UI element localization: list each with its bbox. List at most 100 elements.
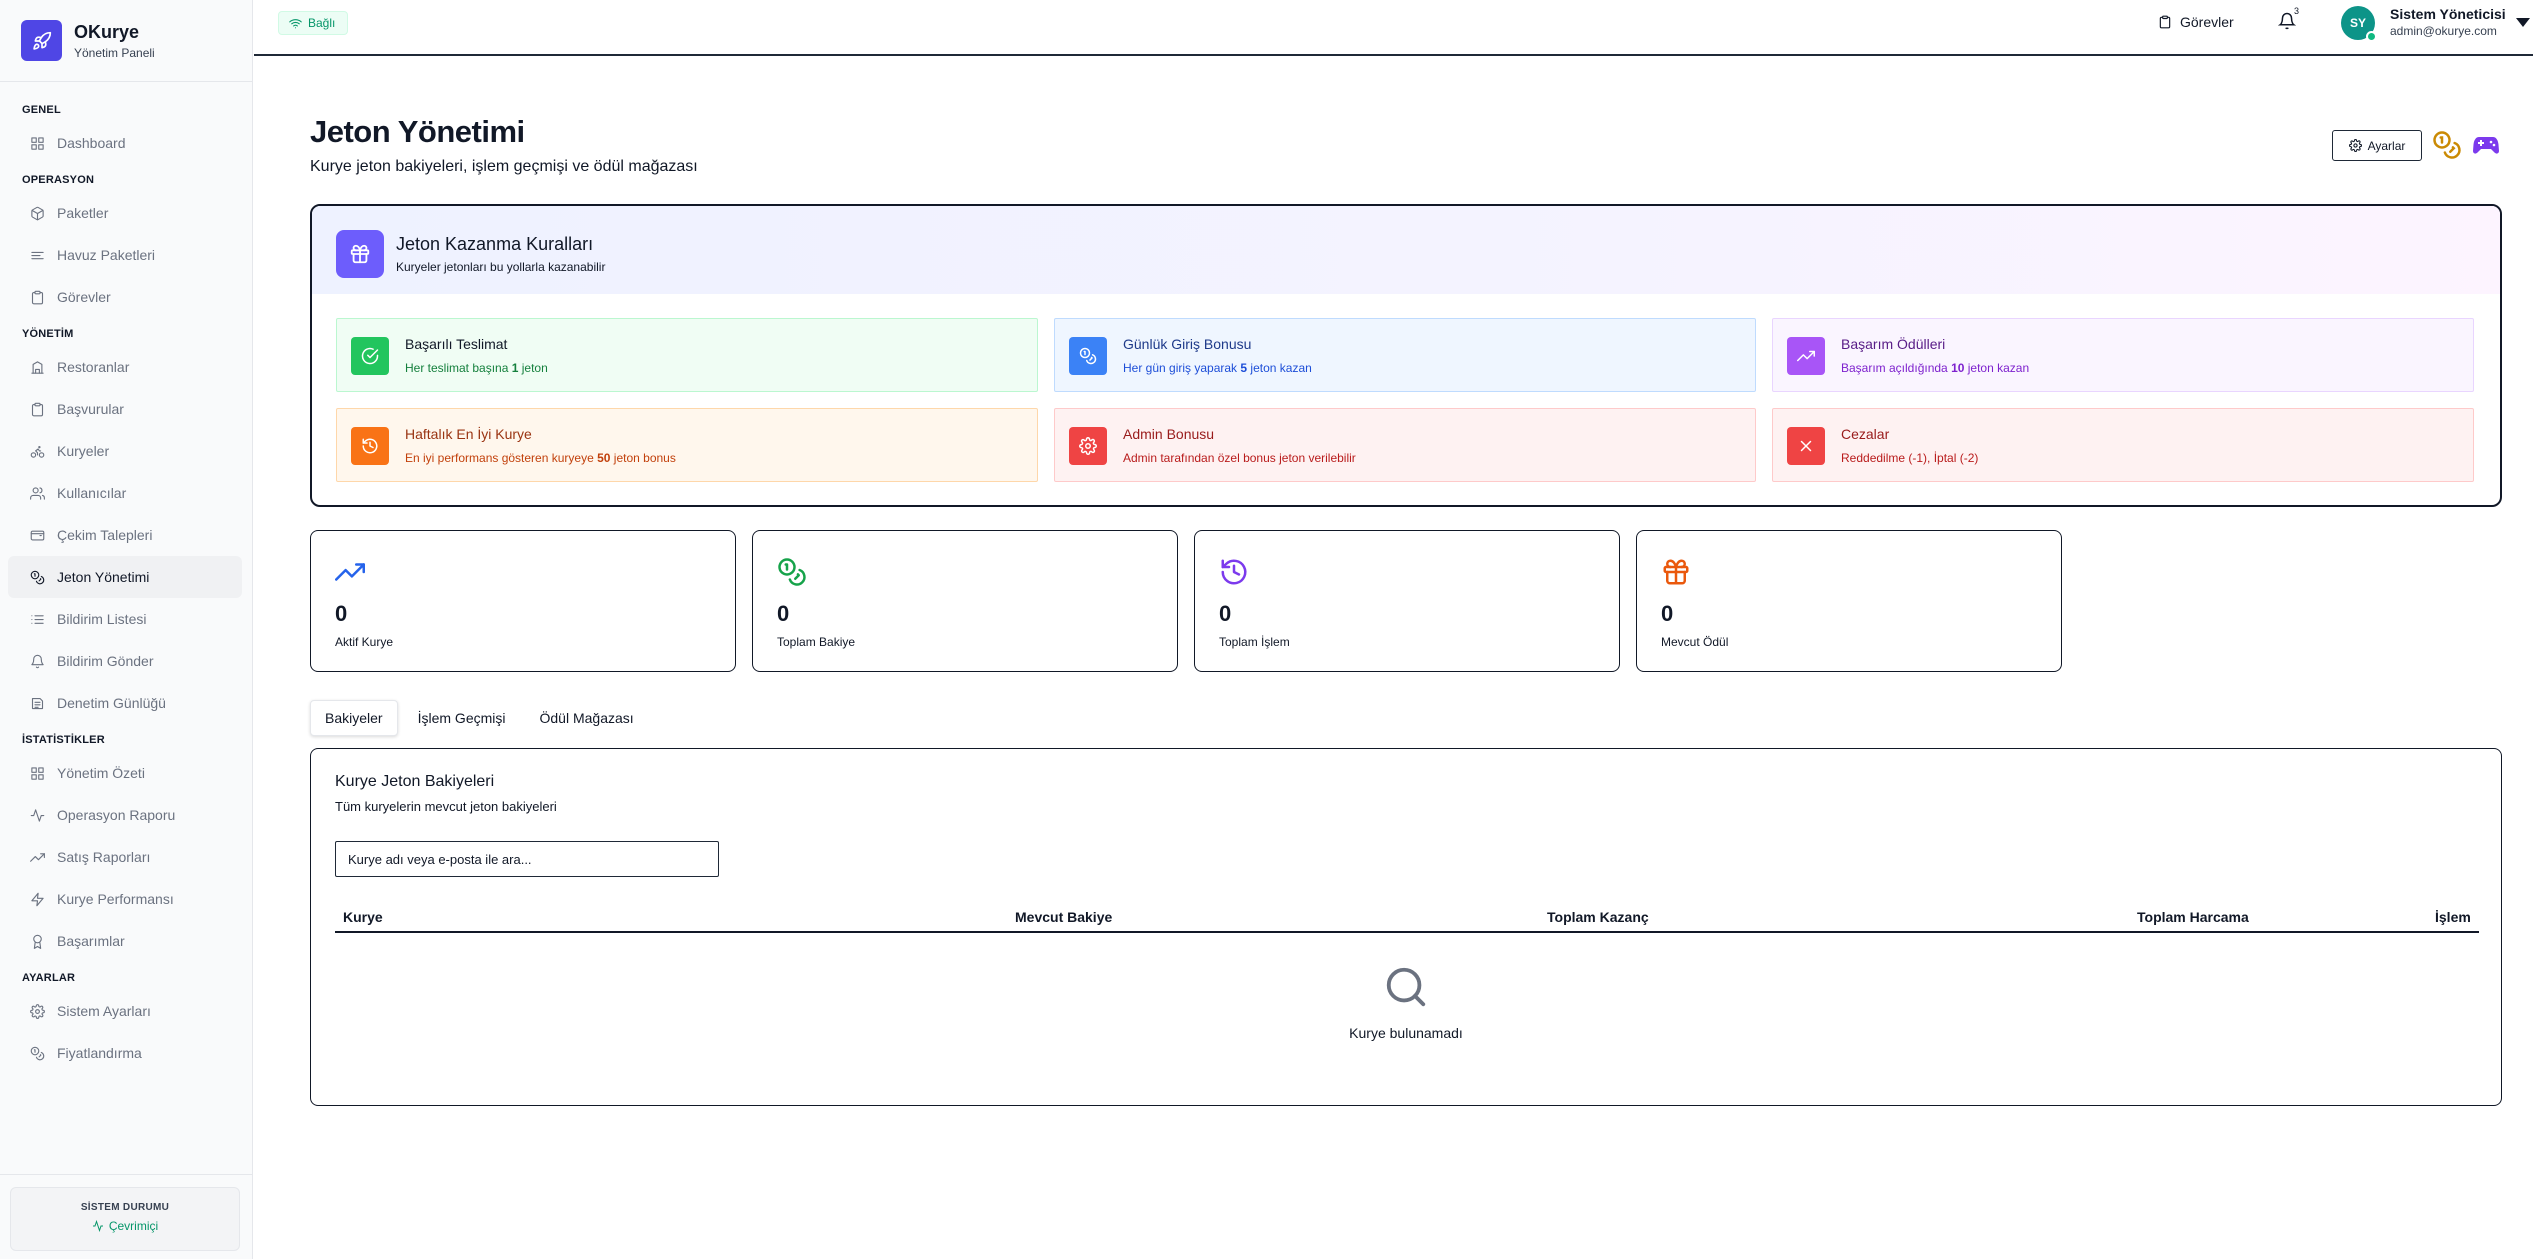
- nav-section-title: GENEL: [22, 104, 61, 116]
- trending-icon: [30, 850, 57, 865]
- tab-islem-gecmisi[interactable]: İşlem Geçmişi: [404, 700, 520, 736]
- rule-desc-text: Admin tarafından özel bonus jeton verile…: [1123, 451, 1356, 465]
- connection-status: Bağlı: [308, 16, 336, 30]
- chevron-down-icon[interactable]: [2516, 18, 2530, 27]
- user-menu[interactable]: Sistem Yöneticisi admin@okurye.com: [2390, 6, 2506, 38]
- page-title: Jeton Yönetimi: [310, 114, 525, 149]
- sidebar-item-label: Bildirim Gönder: [57, 653, 154, 669]
- grid-icon: [30, 136, 57, 151]
- zap-icon: [30, 892, 57, 907]
- column-header-kurye[interactable]: Kurye: [343, 909, 383, 925]
- notifications-button[interactable]: 3: [2277, 6, 2299, 35]
- coins-icon: [30, 1046, 57, 1061]
- sidebar-item-dashboard[interactable]: Dashboard: [8, 122, 242, 164]
- tab-bakiyeler[interactable]: Bakiyeler: [310, 700, 398, 736]
- stat-label: Toplam Bakiye: [777, 635, 856, 649]
- rule-card-basarim-odulleri: Başarım Ödülleri Başarım açıldığında 10 j…: [1772, 318, 2474, 392]
- sidebar-item-label: Paketler: [57, 205, 109, 221]
- stat-value: 0: [777, 601, 790, 626]
- rule-amount: 10: [1951, 361, 1965, 375]
- activity-icon: [92, 1220, 103, 1232]
- nav-section-title: AYARLAR: [22, 972, 76, 984]
- system-status-title: SİSTEM DURUMU: [80, 1202, 170, 1213]
- layers-icon: [30, 248, 57, 263]
- sidebar-item-basvurular[interactable]: Başvurular: [8, 388, 242, 430]
- column-header-toplam-harcama[interactable]: Toplam Harcama: [2137, 909, 2249, 925]
- sidebar-item-bildirim-gonder[interactable]: Bildirim Gönder: [8, 640, 242, 682]
- user-email: admin@okurye.com: [2390, 24, 2497, 38]
- rule-card-cezalar: Cezalar Reddedilme (-1), İptal (-2): [1772, 408, 2474, 482]
- sidebar-item-label: Kullanıcılar: [57, 485, 127, 501]
- sidebar-item-fiyatlandirma[interactable]: Fiyatlandırma: [8, 1032, 242, 1074]
- activity-icon: [30, 808, 57, 823]
- stat-label: Aktif Kurye: [335, 635, 394, 649]
- search-icon: [1386, 967, 1426, 1007]
- list-icon: [30, 612, 57, 627]
- connection-badge: Bağlı: [278, 11, 349, 35]
- settings-label: Ayarlar: [2367, 138, 2406, 153]
- sidebar-item-paketler[interactable]: Paketler: [8, 192, 242, 234]
- sidebar-item-restoranlar[interactable]: Restoranlar: [8, 346, 242, 388]
- user-name: Sistem Yöneticisi: [2390, 6, 2506, 22]
- gear-icon: [1069, 427, 1107, 465]
- history-icon: [1219, 557, 1249, 592]
- sidebar-item-label: Fiyatlandırma: [57, 1045, 142, 1061]
- sidebar-item-label: Dashboard: [57, 135, 126, 151]
- rule-desc-suffix: jeton kazan: [1247, 361, 1312, 375]
- rule-description: Admin tarafından özel bonus jeton verile…: [1123, 451, 1356, 465]
- rule-description: Reddedilme (-1), İptal (-2): [1841, 451, 1978, 465]
- page-subtitle: Kurye jeton bakiyeleri, işlem geçmişi ve…: [310, 158, 698, 175]
- sidebar-item-basarimlar[interactable]: Başarımlar: [8, 920, 242, 962]
- sidebar-item-cekim-talepleri[interactable]: Çekim Talepleri: [8, 514, 242, 556]
- trending-icon: [1787, 337, 1825, 375]
- sidebar-item-satis-raporlari[interactable]: Satış Raporları: [8, 836, 242, 878]
- stat-value: 0: [335, 601, 348, 626]
- rule-description: En iyi performans gösteren kuryeye 50 je…: [405, 451, 676, 465]
- sidebar-item-label: Jeton Yönetimi: [57, 569, 150, 585]
- sidebar-item-bildirim-listesi[interactable]: Bildirim Listesi: [8, 598, 242, 640]
- building-icon: [30, 360, 57, 375]
- sidebar-item-kuryeler[interactable]: Kuryeler: [8, 430, 242, 472]
- rule-desc-suffix: jeton kazan: [1964, 361, 2030, 375]
- brand[interactable]: OKurye Yönetim Paneli: [0, 0, 252, 82]
- sidebar-item-jeton-yonetimi[interactable]: Jeton Yönetimi: [8, 556, 242, 598]
- rule-card-gunluk-giris-bonusu: Günlük Giriş Bonusu Her gün giriş yaparak…: [1054, 318, 1756, 392]
- trending-icon: [335, 557, 365, 592]
- rule-title: Admin Bonusu: [1123, 426, 1215, 442]
- sidebar-item-gorevler[interactable]: Görevler: [8, 276, 242, 318]
- search-input[interactable]: [335, 841, 719, 877]
- gift-icon: [336, 230, 384, 278]
- tasks-label: Görevler: [2180, 14, 2234, 30]
- grid-icon: [30, 766, 57, 781]
- tab-odul-magazasi[interactable]: Ödül Mağazası: [526, 700, 648, 736]
- settings-button[interactable]: Ayarlar: [2332, 130, 2422, 161]
- sidebar-item-label: Görevler: [57, 289, 111, 305]
- sidebar-item-havuz-paketleri[interactable]: Havuz Paketleri: [8, 234, 242, 276]
- stat-value: 0: [1219, 601, 1232, 626]
- rocket-icon: [21, 20, 62, 61]
- sidebar-item-kullanicilar[interactable]: Kullanıcılar: [8, 472, 242, 514]
- sidebar-item-sistem-ayarlari[interactable]: Sistem Ayarları: [8, 990, 242, 1032]
- sidebar-item-label: Satış Raporları: [57, 849, 151, 865]
- column-header-mevcut-bakiye[interactable]: Mevcut Bakiye: [1015, 909, 1112, 925]
- coins-icon: [777, 557, 807, 592]
- tasks-button[interactable]: Görevler: [2158, 14, 2234, 30]
- sidebar-item-yonetim-ozeti[interactable]: Yönetim Özeti: [8, 752, 242, 794]
- rule-title: Başarılı Teslimat: [405, 336, 508, 352]
- column-header-toplam-kazanc[interactable]: Toplam Kazanç: [1547, 909, 1649, 925]
- balances-title: Kurye Jeton Bakiyeleri: [335, 773, 495, 790]
- empty-state-text: Kurye bulunamadı: [1349, 1025, 1463, 1041]
- rule-title: Günlük Giriş Bonusu: [1123, 336, 1252, 352]
- online-indicator: [2366, 31, 2377, 42]
- brand-title: OKurye: [74, 21, 140, 42]
- column-header-islem[interactable]: İşlem: [2435, 909, 2471, 925]
- avatar[interactable]: SY: [2341, 6, 2377, 42]
- sidebar-item-kurye-performansi[interactable]: Kurye Performansı: [8, 878, 242, 920]
- gamepad-icon: [2473, 134, 2499, 161]
- table-header: Kurye Mevcut Bakiye Toplam Kazanç Toplam Ha…: [335, 897, 2479, 933]
- sidebar: OKurye Yönetim Paneli GENEL Dashboard OPER…: [0, 0, 253, 1259]
- rule-title: Cezalar: [1841, 426, 1890, 442]
- sidebar-item-denetim-gunlugu[interactable]: Denetim Günlüğü: [8, 682, 242, 724]
- sidebar-item-operasyon-raporu[interactable]: Operasyon Raporu: [8, 794, 242, 836]
- sidebar-item-label: Kurye Performansı: [57, 891, 174, 907]
